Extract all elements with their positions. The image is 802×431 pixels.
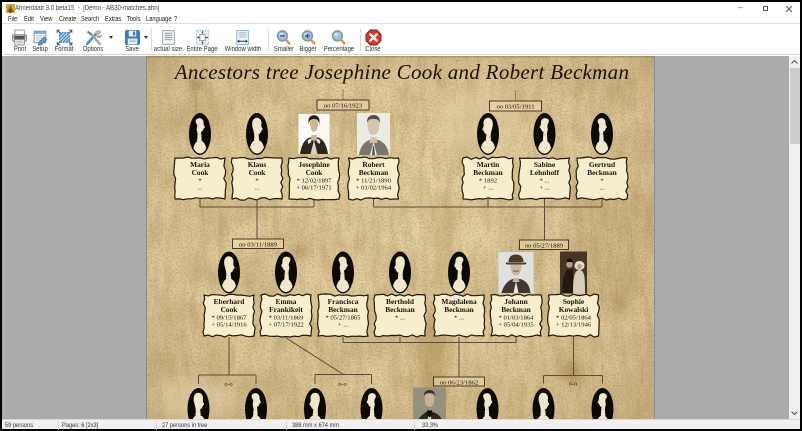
svg-text:Cook: Cook <box>221 305 239 314</box>
svg-text:...: ... <box>198 185 203 192</box>
svg-text:o-o: o-o <box>338 381 346 388</box>
svg-text:* 05/27/1865: * 05/27/1865 <box>326 315 362 322</box>
svg-text:Cook: Cook <box>306 168 324 177</box>
svg-text:* ...: * ... <box>540 178 550 185</box>
svg-text:Beckman: Beckman <box>473 168 503 177</box>
svg-text:Beckman: Beckman <box>328 305 358 314</box>
svg-text:* 09/15/1867: * 09/15/1867 <box>212 315 248 322</box>
svg-text:Beckman: Beckman <box>587 168 617 177</box>
svg-text:o-o: o-o <box>224 381 232 388</box>
svg-text:* 1892: * 1892 <box>479 178 497 185</box>
svg-text:+ 05/14/1916: + 05/14/1916 <box>211 322 247 329</box>
svg-text:+ 12/13/1946: + 12/13/1946 <box>556 322 592 329</box>
svg-text:* 11/21/1890: * 11/21/1890 <box>356 178 391 185</box>
svg-text:+ 01/02/1964: + 01/02/1964 <box>356 185 392 192</box>
svg-text:Kowalski: Kowalski <box>559 305 589 314</box>
svg-text:* 01/03/1864: * 01/03/1864 <box>499 315 535 322</box>
svg-text:+ 05/04/1935: + 05/04/1935 <box>498 322 534 329</box>
svg-text:* 02/05/1864: * 02/05/1864 <box>556 315 592 322</box>
svg-text:* 03/11/1869: * 03/11/1869 <box>269 315 304 322</box>
svg-text:* ...: * ... <box>395 315 405 322</box>
svg-text:Cook: Cook <box>249 168 267 177</box>
svg-text:Ancestors tree Josephine Cook: Ancestors tree Josephine Cook and Robert… <box>173 60 630 84</box>
svg-text:Beckman: Beckman <box>385 305 415 314</box>
svg-text:+ ...: + ... <box>483 185 494 192</box>
svg-text:oo 06/23/1862: oo 06/23/1862 <box>440 379 478 386</box>
svg-text:oo 07/16/1923: oo 07/16/1923 <box>324 102 363 109</box>
svg-text:...: ... <box>600 185 605 192</box>
svg-text:+ 06/17/1971: + 06/17/1971 <box>296 185 331 192</box>
svg-text:Beckman: Beckman <box>444 305 474 314</box>
svg-text:* ...: * ... <box>454 315 464 322</box>
svg-text:oo 03/05/1911: oo 03/05/1911 <box>496 103 534 110</box>
svg-text:+ 07/17/1922: + 07/17/1922 <box>268 322 303 329</box>
svg-text:+ ...: + ... <box>338 322 349 329</box>
svg-text:Beckman: Beckman <box>501 305 531 314</box>
svg-text:* 12/02/1897: * 12/02/1897 <box>297 178 333 185</box>
svg-text:oo 03/11/1889: oo 03/11/1889 <box>239 241 278 248</box>
svg-text:*: * <box>600 178 603 185</box>
svg-text:*: * <box>198 178 201 185</box>
svg-text:oo 05/27/1889: oo 05/27/1889 <box>525 242 564 249</box>
svg-text:Frankikeit: Frankikeit <box>269 305 303 314</box>
svg-text:Lehnhoff: Lehnhoff <box>530 168 560 177</box>
svg-text:...: ... <box>255 185 260 192</box>
svg-text:+ ...: + ... <box>539 185 550 192</box>
svg-text:Cook: Cook <box>192 168 210 177</box>
svg-text:o-o: o-o <box>569 381 577 388</box>
svg-text:*: * <box>255 178 258 185</box>
svg-text:Beckman: Beckman <box>359 168 389 177</box>
